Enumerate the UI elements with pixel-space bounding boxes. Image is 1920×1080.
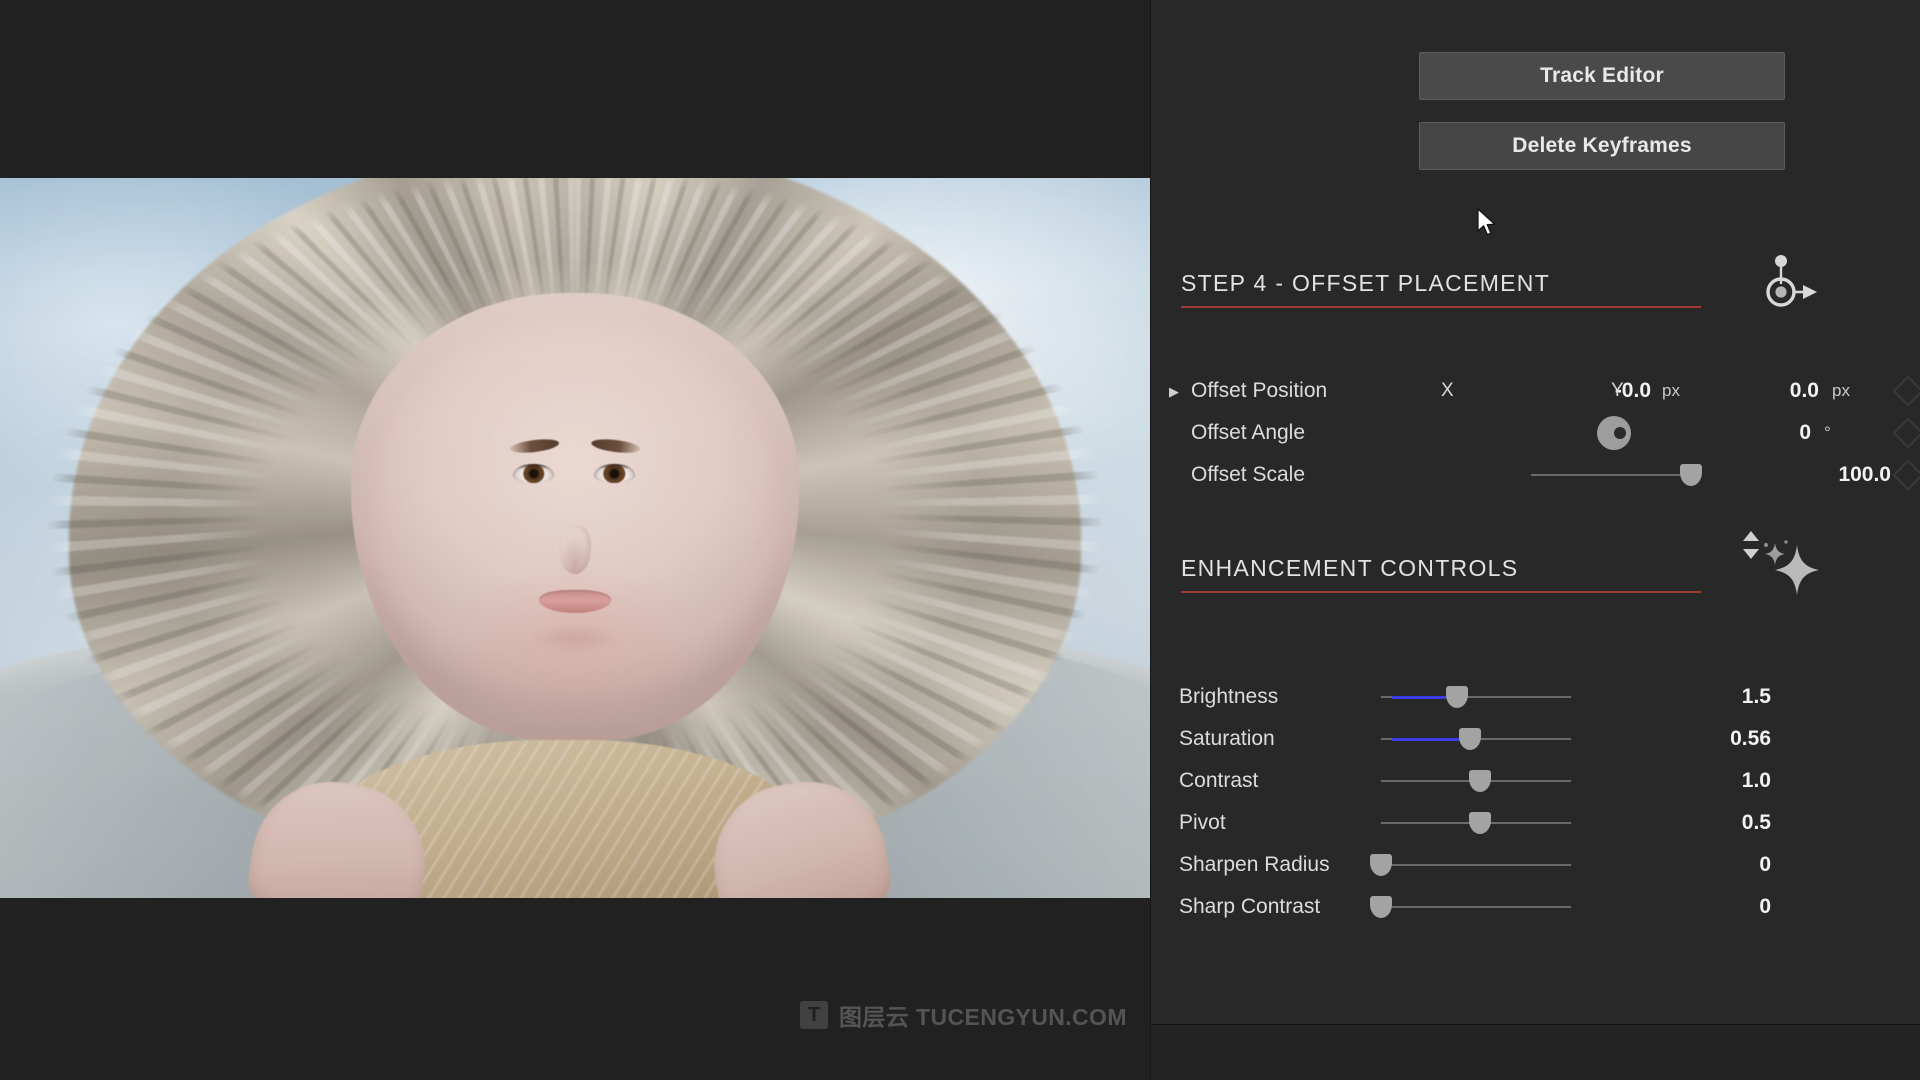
preview-face bbox=[350, 293, 800, 740]
sparkle-icon bbox=[1755, 539, 1821, 601]
pivot-slider[interactable] bbox=[1381, 812, 1571, 834]
param-row-pivot[interactable]: Pivot 0.5 bbox=[1151, 802, 1920, 844]
offset-angle-value[interactable]: 0 bbox=[1631, 421, 1811, 445]
param-row-brightness[interactable]: Brightness 1.5 bbox=[1151, 676, 1920, 718]
param-row-saturation[interactable]: Saturation 0.56 bbox=[1151, 718, 1920, 760]
pivot-value[interactable]: 0.5 bbox=[1591, 811, 1771, 835]
offset-position-y-unit: px bbox=[1832, 381, 1850, 400]
contrast-slider[interactable] bbox=[1381, 770, 1571, 792]
inspector-panel: Track Editor Delete Keyframes STEP 4 - O… bbox=[1150, 0, 1920, 1080]
param-row-offset-scale[interactable]: Offset Scale 100.0 bbox=[1151, 454, 1920, 496]
param-label-sharp-contrast: Sharp Contrast bbox=[1179, 895, 1321, 918]
offset-scale-slider[interactable] bbox=[1531, 464, 1702, 486]
brightness-slider-fill bbox=[1392, 696, 1446, 699]
param-label-pivot: Pivot bbox=[1179, 811, 1226, 834]
saturation-slider-fill bbox=[1392, 738, 1460, 741]
brightness-value[interactable]: 1.5 bbox=[1591, 685, 1771, 709]
offset-angle-unit: ° bbox=[1824, 423, 1831, 442]
section-title-step4: STEP 4 - OFFSET PLACEMENT bbox=[1181, 270, 1701, 308]
preview-lips bbox=[539, 590, 611, 614]
contrast-value[interactable]: 1.0 bbox=[1591, 769, 1771, 793]
param-label-sharpen-radius: Sharpen Radius bbox=[1179, 853, 1330, 876]
inspector-scroll-area[interactable]: Track Editor Delete Keyframes STEP 4 - O… bbox=[1151, 0, 1920, 1025]
preview-eye-left bbox=[513, 463, 555, 484]
param-label-offset-scale: Offset Scale bbox=[1191, 463, 1306, 486]
param-row-sharpen-radius[interactable]: Sharpen Radius 0 bbox=[1151, 844, 1920, 886]
param-label-offset-angle: Offset Angle bbox=[1191, 421, 1306, 444]
preview-chin-shading bbox=[521, 623, 629, 660]
contrast-slider-thumb[interactable] bbox=[1468, 770, 1491, 792]
brightness-slider-thumb[interactable] bbox=[1446, 686, 1468, 708]
track-editor-button[interactable]: Track Editor bbox=[1419, 52, 1785, 100]
saturation-slider[interactable] bbox=[1381, 728, 1571, 750]
video-preview[interactable] bbox=[0, 178, 1150, 898]
disclosure-triangle-icon[interactable]: ▶ bbox=[1169, 385, 1191, 398]
action-button-group: Track Editor Delete Keyframes bbox=[1419, 52, 1785, 170]
sharpen-radius-slider[interactable] bbox=[1370, 854, 1571, 876]
param-label-brightness: Brightness bbox=[1179, 685, 1279, 708]
preview-lash-right bbox=[593, 463, 636, 469]
sharp-contrast-slider-thumb[interactable] bbox=[1370, 896, 1392, 918]
application-window: T 图层云 TUCENGYUN.COM Track Editor Delete … bbox=[0, 0, 1920, 1080]
param-label-contrast: Contrast bbox=[1179, 769, 1259, 792]
saturation-slider-thumb[interactable] bbox=[1459, 728, 1482, 750]
sharpen-radius-slider-thumb[interactable] bbox=[1370, 854, 1392, 876]
offset-anchor-icon bbox=[1755, 254, 1821, 316]
section-header-enhancement: ENHANCEMENT CONTROLS bbox=[1181, 540, 1819, 595]
section-header-step4: STEP 4 - OFFSET PLACEMENT bbox=[1181, 255, 1817, 308]
preview-eye-right bbox=[593, 463, 636, 484]
preview-lash-left bbox=[513, 463, 555, 469]
pivot-slider-thumb[interactable] bbox=[1468, 812, 1491, 834]
param-label-saturation: Saturation bbox=[1179, 727, 1275, 750]
delete-keyframes-button[interactable]: Delete Keyframes bbox=[1419, 122, 1785, 170]
inspector-footer bbox=[1151, 1026, 1920, 1080]
watermark: T 图层云 TUCENGYUN.COM bbox=[800, 998, 1127, 1032]
param-row-contrast[interactable]: Contrast 1.0 bbox=[1151, 760, 1920, 802]
sharp-contrast-slider[interactable] bbox=[1370, 896, 1571, 918]
section-title-enhancement: ENHANCEMENT CONTROLS bbox=[1181, 555, 1701, 593]
offset-scale-value[interactable]: 100.0 bbox=[1691, 463, 1891, 487]
offset-position-y-value[interactable]: 0.0 bbox=[1619, 379, 1819, 403]
offset-angle-dial-indicator bbox=[1614, 427, 1626, 439]
param-row-sharp-contrast[interactable]: Sharp Contrast 0 bbox=[1151, 886, 1920, 928]
param-label-offset-position: Offset Position bbox=[1191, 379, 1328, 402]
sharpen-radius-value[interactable]: 0 bbox=[1591, 853, 1771, 877]
param-row-offset-angle[interactable]: Offset Angle 0 ° bbox=[1151, 412, 1920, 454]
offset-angle-dial[interactable] bbox=[1597, 416, 1631, 450]
sharp-contrast-value[interactable]: 0 bbox=[1591, 895, 1771, 919]
preview-eyebrow-left bbox=[509, 437, 560, 456]
preview-eyebrow-right bbox=[590, 437, 641, 456]
preview-nose bbox=[559, 525, 591, 575]
brightness-slider[interactable] bbox=[1381, 686, 1571, 708]
watermark-text: 图层云 TUCENGYUN.COM bbox=[839, 1004, 1127, 1030]
watermark-badge-icon: T bbox=[800, 1001, 828, 1029]
viewer-pane: T 图层云 TUCENGYUN.COM bbox=[0, 0, 1150, 1080]
param-row-offset-position[interactable]: ▶ Offset Position X -0.0 px Y 0.0 px bbox=[1151, 370, 1920, 412]
saturation-value[interactable]: 0.56 bbox=[1591, 727, 1771, 751]
